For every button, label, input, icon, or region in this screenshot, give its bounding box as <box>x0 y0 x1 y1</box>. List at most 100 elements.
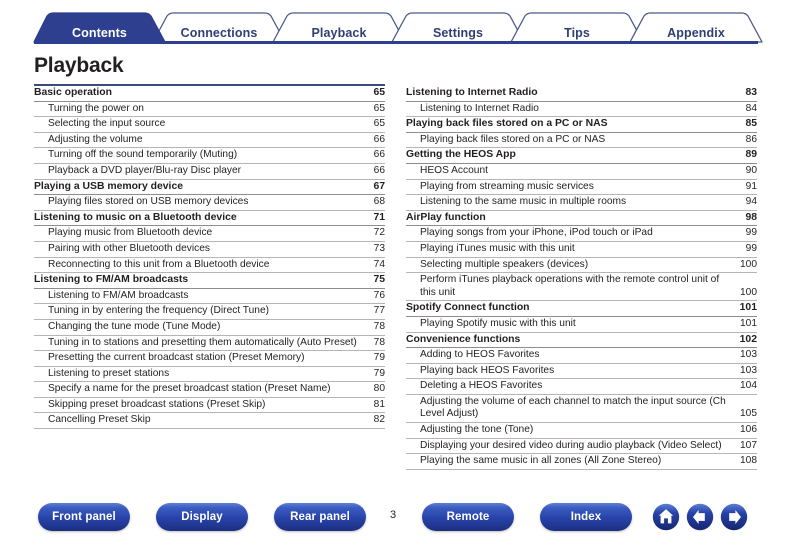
tab-contents[interactable]: Contents <box>34 27 165 40</box>
toc-entry-title: Playing files stored on USB memory devic… <box>48 196 249 208</box>
toc-entry-title: Displaying your desired video during aud… <box>420 439 722 451</box>
toc-entry-title: HEOS Account <box>420 164 488 176</box>
toc-entry-title: Playing music from Bluetooth device <box>48 227 213 239</box>
tab-settings[interactable]: Settings <box>392 27 524 40</box>
toc-column-left: Basic operation 65 Turning the power on 65 S… <box>34 86 385 430</box>
tab-appendix[interactable]: Appendix <box>630 27 762 40</box>
toc-entry[interactable]: Getting the HEOS App 89 <box>406 148 757 164</box>
toc-entry[interactable]: AirPlay function 98 <box>406 211 757 227</box>
toc-entry-title: Listening to Internet Radio <box>406 87 538 98</box>
tab-playback[interactable]: Playback <box>273 27 405 40</box>
toc-entry[interactable]: Pairing with other Bluetooth devices 73 <box>34 242 385 258</box>
toc-entry[interactable]: Spotify Connect function 101 <box>406 301 757 317</box>
toc-entry-title: Specify a name for the preset broadcast … <box>48 383 331 395</box>
toc-entry[interactable]: Turning off the sound temporarily (Mutin… <box>34 148 385 164</box>
back-icon[interactable] <box>686 503 714 531</box>
toc-entry[interactable]: Tuning in to stations and presetting the… <box>34 336 385 352</box>
toc-entry[interactable]: Listening to music on a Bluetooth device… <box>34 211 385 227</box>
toc-entry-page: 78 <box>373 320 385 332</box>
toc-entry-title: Playing iTunes music with this unit <box>420 242 575 254</box>
toc-entry[interactable]: Deleting a HEOS Favorites 104 <box>406 379 757 395</box>
toc-entry[interactable]: Cancelling Preset Skip 82 <box>34 413 385 430</box>
toc-entry[interactable]: Displaying your desired video during aud… <box>406 439 757 455</box>
toc-entry-title: Perform iTunes playback operations with … <box>420 274 720 298</box>
display-button[interactable]: Display <box>156 503 248 531</box>
tabbar-baseline <box>34 41 758 44</box>
index-button[interactable]: Index <box>540 503 632 531</box>
toc-entry-title: Playback a DVD player/Blu-ray Disc playe… <box>48 164 242 176</box>
front-panel-button[interactable]: Front panel <box>38 503 130 531</box>
toc-entry[interactable]: Changing the tune mode (Tune Mode) 78 <box>34 320 385 336</box>
toc-entry[interactable]: Playing music from Bluetooth device 72 <box>34 226 385 242</box>
toc-entry[interactable]: Playing back files stored on a PC or NAS… <box>406 133 757 149</box>
toc-entry[interactable]: Basic operation 65 <box>34 86 385 102</box>
tab-tips[interactable]: Tips <box>511 27 643 40</box>
toc-entry-page: 106 <box>740 424 757 436</box>
toc-entry-page: 78 <box>373 336 385 348</box>
toc-entry[interactable]: Listening to Internet Radio 83 <box>406 86 757 102</box>
toc-entry-title: Getting the HEOS App <box>406 149 516 161</box>
toc-entry[interactable]: Listening to FM/AM broadcasts 75 <box>34 273 385 289</box>
toc-entry-title: Pairing with other Bluetooth devices <box>48 242 210 254</box>
toc-entry[interactable]: Playing files stored on USB memory devic… <box>34 195 385 211</box>
toc-entry-title: Listening to preset stations <box>48 367 170 379</box>
toc-entry[interactable]: Playing songs from your iPhone, iPod tou… <box>406 226 757 242</box>
toc-entry[interactable]: Playing the same music in all zones (All… <box>406 454 757 470</box>
toc-entry-title: Adding to HEOS Favorites <box>420 349 540 361</box>
toc-entry[interactable]: Selecting the input source 65 <box>34 117 385 133</box>
toc-entry[interactable]: Listening to preset stations 79 <box>34 367 385 383</box>
toc-entry-page: 99 <box>745 242 757 254</box>
toc-entry[interactable]: Adjusting the volume 66 <box>34 133 385 149</box>
toc-entry-title: Turning the power on <box>48 102 144 114</box>
toc-entry-page: 66 <box>373 164 385 176</box>
toc-entry-page: 103 <box>740 364 757 376</box>
toc-entry-page: 79 <box>373 367 385 379</box>
toc-entry[interactable]: Listening to the same music in multiple … <box>406 195 757 211</box>
toc-entry-title: Tuning in by entering the frequency (Dir… <box>48 305 270 317</box>
toc-entry[interactable]: Playing back files stored on a PC or NAS… <box>406 117 757 133</box>
toc-entry-page: 65 <box>373 87 385 98</box>
toc-entry[interactable]: HEOS Account 90 <box>406 164 757 180</box>
toc-entry-page: 66 <box>373 133 385 145</box>
toc-entry-title: Selecting the input source <box>48 118 166 130</box>
toc-entry[interactable]: Skipping preset broadcast stations (Pres… <box>34 398 385 414</box>
toc-entry-title: Turning off the sound temporarily (Mutin… <box>48 149 238 161</box>
footer-navigation: 3 Front panel Display Rear panel Remote Inde… <box>0 503 791 557</box>
rear-panel-button[interactable]: Rear panel <box>274 503 366 531</box>
toc-entry[interactable]: Perform iTunes playback operations with … <box>406 273 757 302</box>
toc-entry-page: 82 <box>373 414 385 426</box>
toc-entry[interactable]: Selecting multiple speakers (devices) 100 <box>406 258 757 274</box>
toc-entry-page: 74 <box>373 258 385 270</box>
toc-entry[interactable]: Reconnecting to this unit from a Bluetoo… <box>34 258 385 274</box>
toc-entry[interactable]: Convenience functions 102 <box>406 333 757 349</box>
toc-entry-page: 100 <box>740 258 757 270</box>
toc-entry-page: 98 <box>745 211 757 223</box>
home-icon[interactable] <box>652 503 680 531</box>
toc-entry[interactable]: Adding to HEOS Favorites 103 <box>406 348 757 364</box>
toc-entry[interactable]: Adjusting the tone (Tone) 106 <box>406 423 757 439</box>
toc-entry[interactable]: Playback a DVD player/Blu-ray Disc playe… <box>34 164 385 180</box>
toc-entry-title: Playing a USB memory device <box>34 180 183 192</box>
toc-entry-page: 90 <box>745 164 757 176</box>
toc-entry[interactable]: Playing iTunes music with this unit 99 <box>406 242 757 258</box>
remote-button[interactable]: Remote <box>422 503 514 531</box>
toc-entry[interactable]: Playing from streaming music services 91 <box>406 180 757 196</box>
tab-connections[interactable]: Connections <box>153 27 285 40</box>
toc-entry-title: Listening to FM/AM broadcasts <box>34 274 189 286</box>
toc-entry[interactable]: Playing a USB memory device 67 <box>34 180 385 196</box>
toc-entry-title: Spotify Connect function <box>406 302 530 314</box>
toc-entry[interactable]: Specify a name for the preset broadcast … <box>34 382 385 398</box>
toc-entry[interactable]: Adjusting the volume of each channel to … <box>406 395 757 424</box>
toc-entry[interactable]: Tuning in by entering the frequency (Dir… <box>34 304 385 320</box>
toc-entry[interactable]: Listening to Internet Radio 84 <box>406 102 757 118</box>
toc-entry[interactable]: Listening to FM/AM broadcasts 76 <box>34 289 385 305</box>
toc-entry[interactable]: Playing Spotify music with this unit 101 <box>406 317 757 333</box>
toc-entry-page: 68 <box>373 196 385 208</box>
toc-entry-page: 100 <box>740 286 757 298</box>
toc-entry-page: 86 <box>745 133 757 145</box>
toc-entry[interactable]: Playing back HEOS Favorites 103 <box>406 364 757 380</box>
toc-entry-page: 81 <box>373 398 385 410</box>
toc-entry[interactable]: Turning the power on 65 <box>34 102 385 118</box>
forward-icon[interactable] <box>720 503 748 531</box>
toc-entry[interactable]: Presetting the current broadcast station… <box>34 351 385 367</box>
